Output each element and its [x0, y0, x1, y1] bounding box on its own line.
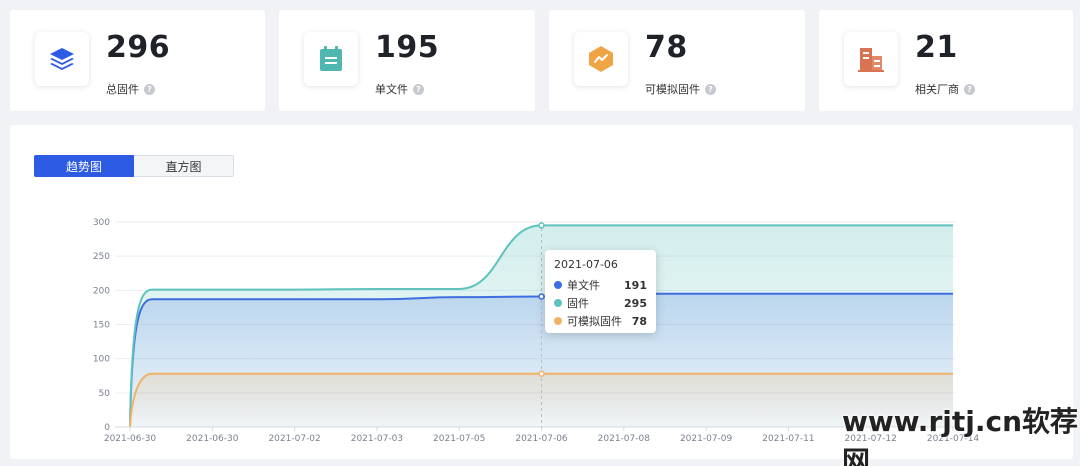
- x-tick-label: 2021-07-06: [515, 434, 568, 444]
- legend-dot: [554, 317, 562, 325]
- series-area: [130, 373, 953, 427]
- x-tick-label: 2021-07-02: [268, 434, 320, 444]
- tooltip-series-name: 单文件: [567, 279, 600, 292]
- y-tick-label: 0: [104, 423, 110, 433]
- y-tick-label: 50: [99, 389, 111, 399]
- y-tick-label: 150: [93, 321, 110, 331]
- tooltip-series-value: 191: [624, 278, 647, 292]
- chart-tooltip: 2021-07-06 单文件 191 固件 295 可模拟固件 78: [545, 250, 656, 333]
- x-tick-label: 2021-06-30: [186, 434, 239, 444]
- tooltip-series-name: 固件: [567, 297, 589, 310]
- y-tick-label: 100: [93, 355, 110, 365]
- y-tick-label: 200: [93, 286, 110, 296]
- x-tick-label: 2021-06-30: [104, 434, 157, 444]
- x-tick-label: 2021-07-08: [598, 434, 651, 444]
- hover-point: [538, 370, 545, 377]
- tooltip-row: 可模拟固件 78: [554, 312, 647, 330]
- hover-point: [538, 293, 545, 300]
- y-tick-label: 250: [93, 252, 110, 262]
- hover-point: [538, 222, 545, 229]
- tooltip-row: 单文件 191: [554, 276, 647, 294]
- tooltip-series-value: 295: [624, 296, 647, 310]
- legend-dot: [554, 281, 562, 289]
- x-tick-label: 2021-07-09: [680, 434, 733, 444]
- tooltip-series-name: 可模拟固件: [567, 315, 622, 328]
- x-tick-label: 2021-07-03: [351, 434, 403, 444]
- watermark: www.rjtj.cn软荐网: [842, 405, 1079, 466]
- x-tick-label: 2021-07-11: [762, 434, 814, 444]
- y-tick-label: 300: [93, 218, 110, 228]
- tooltip-date: 2021-07-06: [554, 258, 618, 271]
- tooltip-series-value: 78: [631, 314, 647, 328]
- trend-chart: 0 50 100 150 200 250 300 2021-06-30 2021-06-30 20…: [93, 218, 980, 444]
- x-tick-label: 2021-07-05: [433, 434, 485, 444]
- legend-dot: [554, 299, 562, 307]
- tooltip-row: 固件 295: [554, 294, 647, 312]
